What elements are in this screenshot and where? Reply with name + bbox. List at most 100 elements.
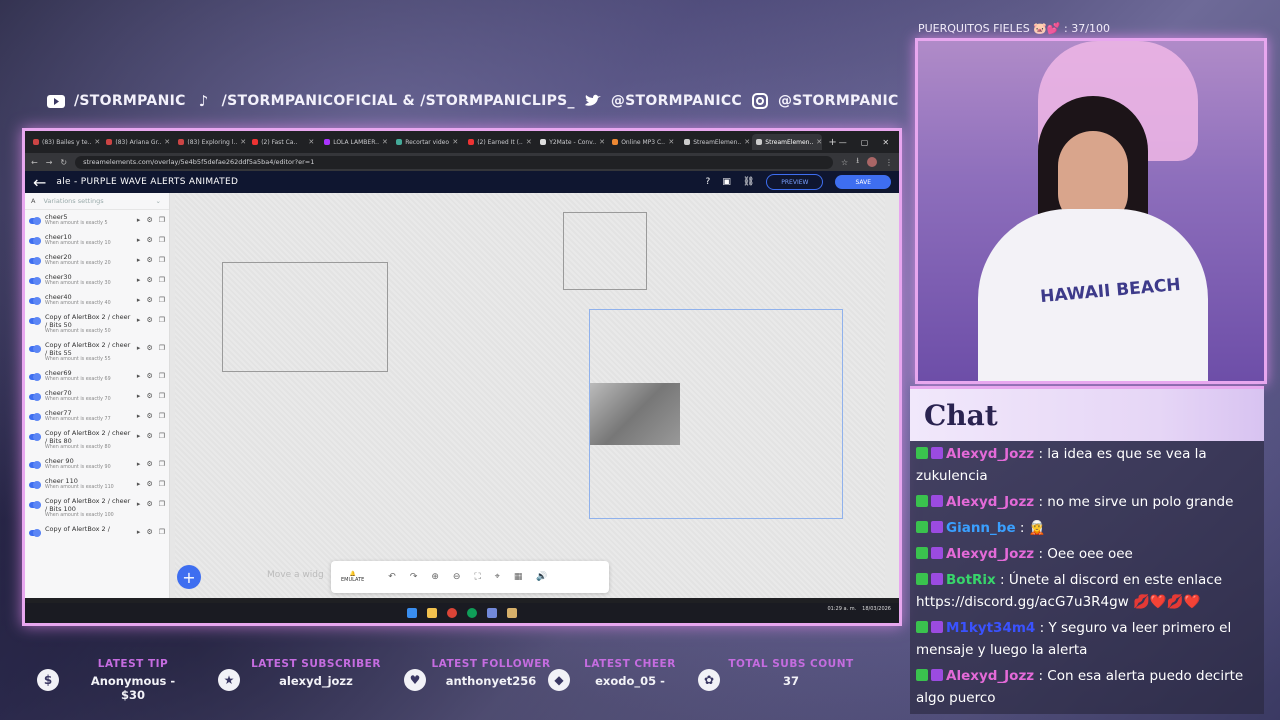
variation-toggle[interactable] <box>29 217 41 225</box>
copy-icon[interactable]: ❐ <box>159 460 165 468</box>
close-icon[interactable]: ✕ <box>240 138 246 146</box>
close-icon[interactable]: ✕ <box>744 138 750 146</box>
variation-item[interactable]: cheer5 When amount is exactly 5 ▸ ⚙ ❐ <box>25 210 169 230</box>
play-icon[interactable]: ▸ <box>137 412 141 420</box>
gear-icon[interactable]: ⚙ <box>146 216 152 224</box>
chrome-icon[interactable] <box>467 608 477 618</box>
help-icon[interactable]: ? <box>706 177 711 187</box>
chat-username[interactable]: BotRix <box>946 572 996 588</box>
gear-icon[interactable]: ⚙ <box>146 500 152 508</box>
browser-tab[interactable]: Online MP3 C.. ✕ <box>608 134 678 150</box>
variation-toggle[interactable] <box>29 481 41 489</box>
url-field[interactable]: streamelements.com/overlay/5e4b5f5defae2… <box>75 155 834 169</box>
browser-tab[interactable]: (2) Earned It (.. ✕ <box>464 134 534 150</box>
play-icon[interactable]: ▸ <box>137 480 141 488</box>
variation-toggle[interactable] <box>29 297 41 305</box>
chevron-down-icon[interactable]: ⌄ <box>156 197 161 205</box>
close-icon[interactable]: ✕ <box>526 138 532 146</box>
variation-item[interactable]: Copy of AlertBox 2 / cheer / Bits 50 When… <box>25 310 169 338</box>
play-icon[interactable]: ▸ <box>137 500 141 508</box>
play-icon[interactable]: ▸ <box>137 528 141 536</box>
copy-icon[interactable]: ❐ <box>159 236 165 244</box>
screen-icon[interactable]: ▣ <box>722 177 731 187</box>
widget-frame[interactable] <box>222 262 388 372</box>
copy-icon[interactable]: ❐ <box>159 500 165 508</box>
variation-item[interactable]: Copy of AlertBox 2 / cheer / Bits 100 Whe… <box>25 494 169 522</box>
copy-icon[interactable]: ❐ <box>159 216 165 224</box>
variation-toggle[interactable] <box>29 501 41 509</box>
grid-icon[interactable]: ▦ <box>514 572 523 582</box>
variation-item[interactable]: cheer77 When amount is exactly 77 ▸ ⚙ ❐ <box>25 406 169 426</box>
close-icon[interactable]: ✕ <box>816 138 822 146</box>
chat-username[interactable]: Alexyd_Jozz <box>946 668 1034 684</box>
back-arrow-icon[interactable]: ← <box>33 173 46 192</box>
browser-tab[interactable]: (83) Exploring l.. ✕ <box>174 134 246 150</box>
widget-frame[interactable] <box>563 212 647 290</box>
browser-tab[interactable]: Recortar video ✕ <box>392 134 462 150</box>
copy-icon[interactable]: ❐ <box>159 316 165 324</box>
copy-icon[interactable]: ❐ <box>159 256 165 264</box>
variation-item[interactable]: cheer40 When amount is exactly 40 ▸ ⚙ ❐ <box>25 290 169 310</box>
bookmark-star-icon[interactable]: ☆ <box>841 158 848 167</box>
variation-toggle[interactable] <box>29 529 41 537</box>
add-widget-button[interactable]: + <box>177 565 201 589</box>
copy-icon[interactable]: ❐ <box>159 528 165 536</box>
copy-icon[interactable]: ❐ <box>159 480 165 488</box>
maximize-icon[interactable]: ▢ <box>861 138 869 147</box>
reload-icon[interactable]: ↻ <box>60 158 67 167</box>
volume-icon[interactable]: 🔊 <box>536 572 547 582</box>
emulate-button[interactable]: 🔔 EMULATE <box>341 571 364 583</box>
variation-item[interactable]: cheer 90 When amount is exactly 90 ▸ ⚙ ❐ <box>25 454 169 474</box>
variation-toggle[interactable] <box>29 393 41 401</box>
play-icon[interactable]: ▸ <box>137 296 141 304</box>
variation-item[interactable]: cheer70 When amount is exactly 70 ▸ ⚙ ❐ <box>25 386 169 406</box>
forward-icon[interactable]: → <box>46 158 53 167</box>
profile-avatar[interactable] <box>867 157 877 167</box>
variation-toggle[interactable] <box>29 433 41 441</box>
gear-icon[interactable]: ⚙ <box>146 276 152 284</box>
close-icon[interactable]: ✕ <box>308 138 314 146</box>
undo-icon[interactable]: ↶ <box>388 572 396 582</box>
variation-item[interactable]: cheer 110 When amount is exactly 110 ▸ ⚙ ❐ <box>25 474 169 494</box>
new-tab-icon[interactable]: + <box>828 137 836 148</box>
chat-username[interactable]: Alexyd_Jozz <box>946 446 1034 462</box>
close-icon[interactable]: ✕ <box>452 138 458 146</box>
chat-username[interactable]: Giann_be <box>946 520 1016 536</box>
close-window-icon[interactable]: ✕ <box>882 138 889 147</box>
overlay-canvas[interactable] <box>175 193 885 598</box>
gear-icon[interactable]: ⚙ <box>146 480 152 488</box>
redo-icon[interactable]: ↷ <box>410 572 418 582</box>
close-icon[interactable]: ✕ <box>668 138 674 146</box>
save-button[interactable]: SAVE <box>835 175 891 189</box>
menu-icon[interactable]: ⋮ <box>885 158 893 167</box>
gear-icon[interactable]: ⚙ <box>146 296 152 304</box>
copy-icon[interactable]: ❐ <box>159 296 165 304</box>
windows-start-icon[interactable] <box>407 608 417 618</box>
play-icon[interactable]: ▸ <box>137 460 141 468</box>
variation-toggle[interactable] <box>29 413 41 421</box>
play-icon[interactable]: ▸ <box>137 432 141 440</box>
variation-item[interactable]: Copy of AlertBox 2 / ▸ ⚙ ❐ <box>25 522 169 539</box>
gear-icon[interactable]: ⚙ <box>146 392 152 400</box>
variation-item[interactable]: Copy of AlertBox 2 / cheer / Bits 55 When… <box>25 338 169 366</box>
minimize-icon[interactable]: — <box>839 138 847 147</box>
chat-username[interactable]: M1kyt34m4 <box>946 620 1035 636</box>
browser-tab-active[interactable]: StreamElemen.. ✕ <box>752 134 823 150</box>
browser-tab[interactable]: StreamElemen.. ✕ <box>680 134 750 150</box>
file-explorer-icon[interactable] <box>427 608 437 618</box>
variation-toggle[interactable] <box>29 461 41 469</box>
app-icon[interactable] <box>507 608 517 618</box>
gear-icon[interactable]: ⚙ <box>146 344 152 352</box>
variation-item[interactable]: cheer10 When amount is exactly 10 ▸ ⚙ ❐ <box>25 230 169 250</box>
browser-tab[interactable]: LOLA LAMBER.. ✕ <box>320 134 390 150</box>
zoom-out-icon[interactable]: ⊖ <box>453 572 461 582</box>
copy-icon[interactable]: ❐ <box>159 276 165 284</box>
gear-icon[interactable]: ⚙ <box>146 528 152 536</box>
copy-icon[interactable]: ❐ <box>159 344 165 352</box>
fit-screen-icon[interactable]: ⛶ <box>474 572 480 582</box>
copy-icon[interactable]: ❐ <box>159 412 165 420</box>
gear-icon[interactable]: ⚙ <box>146 432 152 440</box>
play-icon[interactable]: ▸ <box>137 372 141 380</box>
download-icon[interactable]: ⭳ <box>856 155 859 169</box>
preview-button[interactable]: PREVIEW <box>766 174 824 190</box>
